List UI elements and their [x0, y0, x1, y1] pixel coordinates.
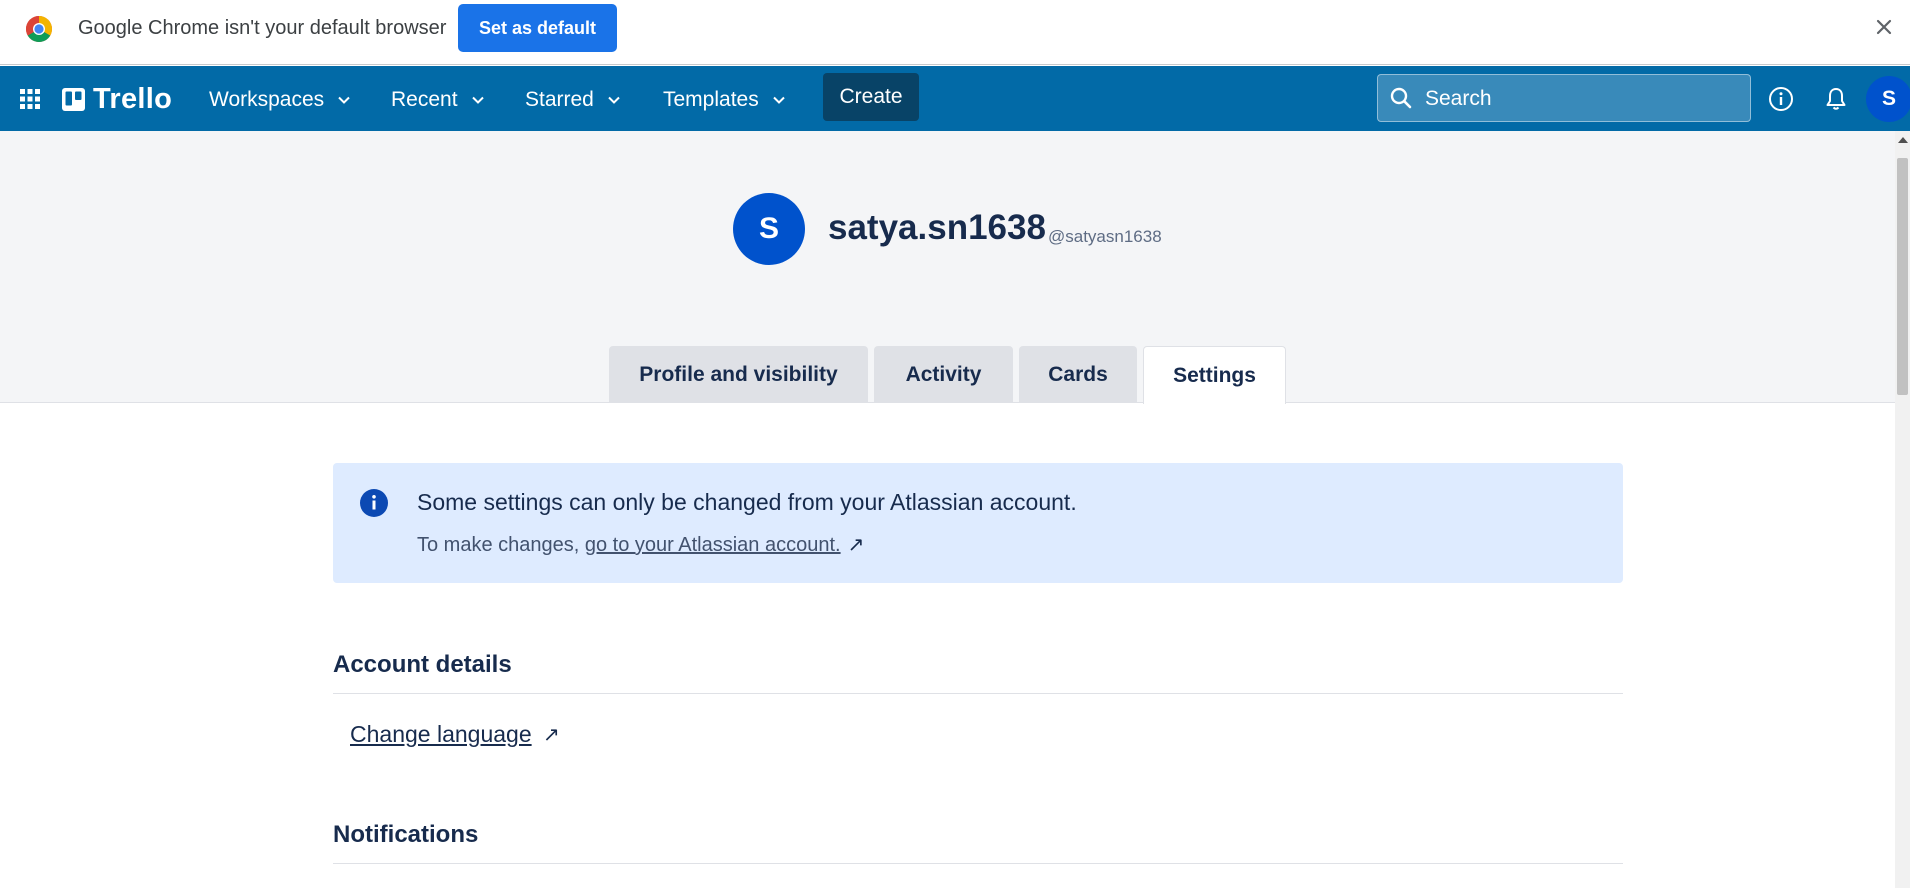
banner-text-prefix: To make changes,	[417, 534, 585, 556]
search-icon	[1390, 87, 1412, 109]
trello-logo[interactable]: Trello	[62, 82, 173, 115]
workspaces-menu[interactable]: Workspaces	[209, 86, 352, 114]
templates-menu[interactable]: Templates	[663, 86, 787, 114]
account-avatar[interactable]: S	[1866, 76, 1910, 122]
chevron-down-icon	[773, 96, 785, 104]
logo-wordmark: Trello	[93, 82, 173, 115]
search-box[interactable]	[1377, 74, 1751, 123]
banner-text: To make changes, go to your Atlassian ac…	[417, 532, 864, 557]
banner-title: Some settings can only be changed from y…	[417, 489, 1077, 515]
chrome-default-browser-infobar: Google Chrome isn't your default browser…	[0, 0, 1910, 65]
starred-label: Starred	[525, 88, 594, 111]
tab-settings[interactable]: Settings	[1143, 346, 1286, 404]
chrome-logo-icon	[25, 16, 53, 43]
app-switcher-icon[interactable]	[18, 87, 42, 111]
change-language-link[interactable]: Change language	[350, 721, 532, 748]
search-input[interactable]	[1423, 75, 1747, 123]
external-link-icon: ↗	[543, 724, 560, 746]
set-as-default-button[interactable]: Set as default	[458, 4, 617, 52]
create-button[interactable]: Create	[823, 73, 919, 121]
infobar-message: Google Chrome isn't your default browser	[78, 17, 447, 39]
tab-profile-and-visibility[interactable]: Profile and visibility	[609, 346, 868, 403]
tab-cards[interactable]: Cards	[1019, 346, 1137, 403]
chevron-down-icon	[471, 96, 484, 104]
info-icon[interactable]	[1768, 86, 1794, 112]
workspaces-label: Workspaces	[209, 88, 325, 111]
page-scrollbar[interactable]	[1895, 131, 1910, 888]
top-navigation-bar: Trello Workspaces Recent Starred Templat…	[0, 66, 1910, 131]
atlassian-account-link[interactable]: go to your Atlassian account.	[585, 534, 841, 556]
profile-username: @satyasn1638	[1048, 227, 1162, 246]
recent-label: Recent	[391, 88, 458, 111]
close-icon[interactable]	[1872, 15, 1896, 39]
chevron-down-icon	[338, 96, 350, 104]
scroll-up-arrow-icon[interactable]	[1898, 137, 1908, 143]
profile-header: S satya.sn1638 @satyasn1638 Profile and …	[0, 131, 1895, 404]
profile-avatar: S	[733, 193, 805, 265]
recent-menu[interactable]: Recent	[391, 86, 486, 114]
bell-icon[interactable]	[1823, 86, 1849, 112]
trello-board-icon	[62, 87, 85, 111]
notifications-heading: Notifications	[333, 821, 1623, 864]
starred-menu[interactable]: Starred	[525, 86, 622, 114]
atlassian-account-info-banner: Some settings can only be changed from y…	[333, 463, 1623, 583]
chevron-down-icon	[608, 96, 620, 104]
scrollbar-thumb[interactable]	[1897, 158, 1908, 395]
info-icon	[360, 489, 388, 517]
profile-display-name: satya.sn1638	[828, 208, 1046, 247]
templates-label: Templates	[663, 88, 759, 111]
account-details-heading: Account details	[333, 651, 1623, 694]
external-link-icon: ↗	[847, 534, 865, 556]
tab-activity[interactable]: Activity	[874, 346, 1013, 403]
